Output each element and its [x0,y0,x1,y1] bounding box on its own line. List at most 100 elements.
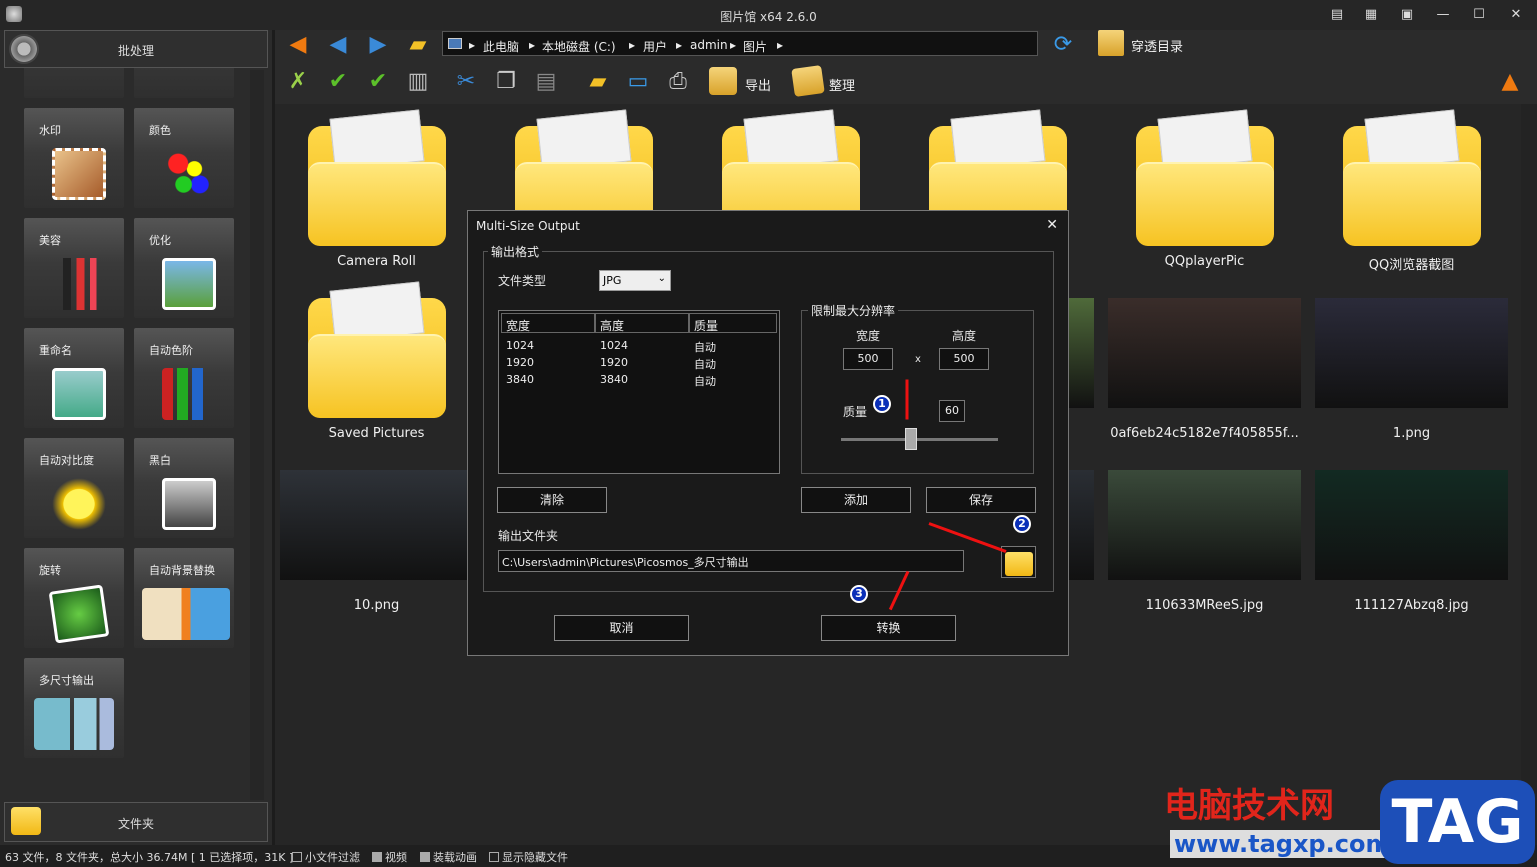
print-icon[interactable]: ⎙ [663,67,693,97]
sidebar-scrollbar[interactable] [250,70,264,800]
up-arrow-icon[interactable]: ◀ [283,30,313,60]
tool-tile-partial[interactable] [134,68,234,98]
breadcrumb-item[interactable]: 此电脑 [483,38,519,55]
paste-icon[interactable]: ▤ [531,67,561,97]
quality-slider[interactable] [841,428,998,452]
breadcrumb-item[interactable]: 图片 [743,38,767,55]
check-all-icon[interactable]: ✔ [323,67,353,97]
tool-auto-levels[interactable]: 自动色阶 [134,328,234,428]
tool-multi-size-output[interactable]: 多尺寸输出 [24,658,124,758]
rename-icon [52,368,106,420]
save-button[interactable]: 保存 [926,487,1036,513]
collapse-up-icon[interactable]: ▲ [1495,67,1525,97]
breadcrumb-item[interactable]: 本地磁盘 (C:) [542,38,616,55]
breadcrumb-item[interactable]: admin [690,38,728,52]
column-header: 宽度 [501,313,595,333]
cell-height: 1024 [600,339,628,352]
cut-icon[interactable]: ✂ [451,67,481,97]
computer-icon [448,38,462,49]
uncheck-icon[interactable]: ✔ [363,67,393,97]
tool-watermark[interactable]: 水印 [24,108,124,208]
watermark-icon [52,148,106,200]
tool-rename[interactable]: 重命名 [24,328,124,428]
output-folder-input[interactable]: C:\Users\admin\Pictures\Picosmos_多尺寸输出 [498,550,964,572]
grid-scrollbar[interactable] [1521,104,1537,845]
image-thumbnail[interactable]: 1.png [1315,276,1508,446]
step-badge-1: 1 [873,395,891,413]
minimize-icon[interactable]: — [1432,4,1454,26]
tools-icon[interactable]: ✗ [283,67,313,97]
cell-quality: 自动 [694,358,716,371]
cancel-button[interactable]: 取消 [554,615,689,641]
folder-icon [1136,109,1274,246]
folder-thumbnail[interactable]: QQplayerPic [1108,104,1301,274]
organize-button[interactable]: 整理 [791,65,861,97]
tool-optimize[interactable]: 优化 [134,218,234,318]
image-thumbnail[interactable]: 111127Abzq8.jpg [1315,448,1508,618]
checkbox-box [292,852,302,862]
add-button[interactable]: 添加 [801,487,911,513]
folder-thumbnail[interactable]: Saved Pictures [280,276,473,446]
open-folder-icon[interactable]: ▰ [403,30,433,60]
max-width-input[interactable]: 500 [843,348,893,370]
watermark-tag: TAG [1380,780,1535,864]
beauty-icon [52,258,106,310]
folder-thumbnail[interactable]: QQ浏览器截图 [1315,104,1508,274]
export-button[interactable]: 导出 [707,67,777,97]
new-folder-icon[interactable]: ▰ [583,67,613,97]
tool-tile-partial[interactable] [24,68,124,98]
dialog-close-icon[interactable]: ✕ [1046,217,1058,233]
title-bar: 图片馆 x64 2.6.0 ▤ ▦ ▣ — ☐ ✕ [0,0,1537,30]
rename-field-icon[interactable]: ▭ [623,67,653,97]
trash-icon[interactable]: ▥ [403,67,433,97]
tool-auto-contrast[interactable]: 自动对比度 [24,438,124,538]
app-window: 图片馆 x64 2.6.0 ▤ ▦ ▣ — ☐ ✕ 批处理 水印 颜色 美容 优… [0,0,1537,867]
tool-rotate[interactable]: 旋转 [24,548,124,648]
forward-arrow-icon[interactable]: ▶ [363,30,393,60]
image-preview [1108,470,1301,580]
refresh-icon[interactable]: ⟳ [1048,30,1078,60]
image-thumbnail[interactable]: 10.png [280,448,473,618]
tool-beauty[interactable]: 美容 [24,218,124,318]
size-table[interactable]: 宽度 高度 质量 1024 1024 自动 1920 1920 自动 3840 … [498,310,780,474]
copy-icon[interactable]: ❐ [491,67,521,97]
status-summary: 63 文件，8 文件夹，总大小 36.74M [ 1 已选择项，31K ] [5,851,294,864]
breadcrumb-item[interactable]: 用户 [643,38,667,55]
small-file-filter-checkbox[interactable]: 小文件过滤 [292,849,360,865]
folder-thumbnail[interactable]: Camera Roll [280,104,473,274]
thumbnail-caption: 10.png [353,598,400,613]
tool-color[interactable]: 颜色 [134,108,234,208]
tool-label: 自动背景替换 [149,564,215,577]
thumbnail-caption: 110633MReeS.jpg [1145,598,1264,613]
close-icon[interactable]: ✕ [1505,4,1527,26]
group-label: 限制最大分辨率 [808,302,899,319]
slider-thumb[interactable] [905,428,917,450]
convert-button[interactable]: 转换 [821,615,956,641]
image-thumbnail[interactable]: 0af6eb24c5182e7f405855f... [1108,276,1301,446]
tool-black-white[interactable]: 黑白 [134,438,234,538]
address-bar[interactable]: ▸ 此电脑 ▸ 本地磁盘 (C:) ▸ 用户 ▸ admin ▸ 图片 ▸ [442,31,1038,56]
load-animation-checkbox[interactable]: 装载动画 [420,849,477,865]
view-mode-icon[interactable]: ▤ [1326,4,1348,26]
max-height-input[interactable]: 500 [939,348,989,370]
maximize-icon[interactable]: ☐ [1468,4,1490,26]
breadcrumb-separator: ▸ [777,38,784,52]
site-watermark: 电脑技术网 www.tagxp.com TAG [1160,778,1537,867]
through-directory-button[interactable]: 穿透目录 [1096,30,1186,58]
batch-process-label: 批处理 [117,44,154,58]
folder-panel-button[interactable]: 文件夹 [4,802,268,842]
quality-input[interactable]: 60 [939,400,965,422]
back-arrow-icon[interactable]: ◀ [323,30,353,60]
tool-background-replace[interactable]: 自动背景替换 [134,548,234,648]
batch-process-button[interactable]: 批处理 [4,30,268,68]
show-hidden-checkbox[interactable]: 显示隐藏文件 [489,849,568,865]
folder-icon [308,109,446,246]
color-palette-icon[interactable]: ▦ [1360,4,1382,26]
clear-button[interactable]: 清除 [497,487,607,513]
tool-label: 黑白 [149,454,171,467]
breadcrumb-separator: ▸ [529,38,536,52]
image-thumbnail[interactable]: 110633MReeS.jpg [1108,448,1301,618]
file-type-select[interactable]: JPG ⌄ [599,270,671,291]
video-checkbox[interactable]: 视频 [372,849,407,865]
monitor-icon[interactable]: ▣ [1396,4,1418,26]
